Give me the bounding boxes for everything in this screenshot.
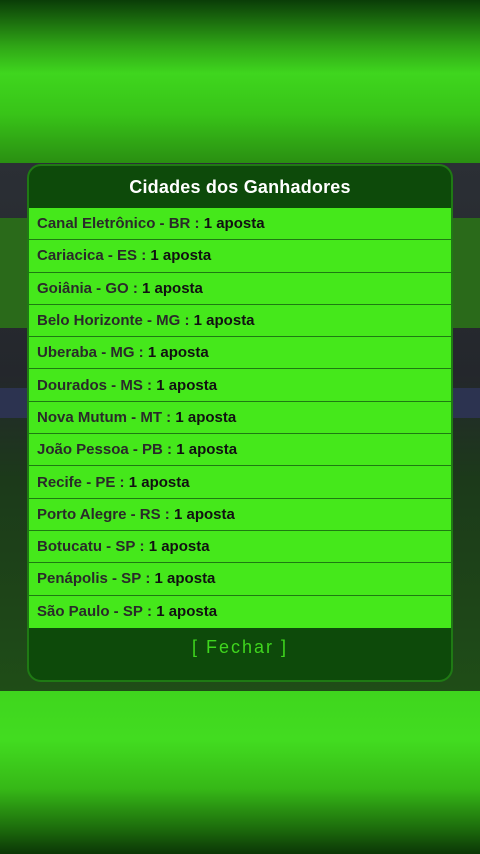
separator: : bbox=[142, 376, 157, 394]
winner-city: Goiânia - GO bbox=[37, 279, 129, 297]
separator: : bbox=[141, 570, 155, 588]
winner-city: Canal Eletrônico - BR bbox=[37, 215, 191, 233]
background-panel-right-blue bbox=[450, 388, 480, 418]
winner-city: Uberaba - MG bbox=[37, 344, 135, 362]
winner-city: Nova Mutum - MT bbox=[37, 408, 162, 426]
close-button[interactable]: [ Fechar ] bbox=[186, 636, 294, 659]
separator: : bbox=[134, 344, 148, 362]
winner-count: 1 aposta bbox=[154, 570, 216, 588]
separator: : bbox=[160, 505, 174, 523]
list-item: São Paulo - SP : 1 aposta bbox=[29, 596, 451, 628]
winner-city: Cariacica - ES bbox=[37, 247, 138, 265]
modal-title: Cidades dos Ganhadores bbox=[129, 176, 351, 197]
list-item: Belo Horizonte - MG : 1 aposta bbox=[29, 305, 451, 338]
separator: : bbox=[128, 279, 143, 297]
separator: : bbox=[142, 603, 157, 621]
winner-city: São Paulo - SP bbox=[37, 603, 143, 621]
winner-count: 1 aposta bbox=[142, 279, 203, 297]
list-item: Dourados - MS : 1 aposta bbox=[29, 369, 451, 402]
list-item: Cariacica - ES : 1 aposta bbox=[29, 240, 451, 273]
winner-count: 1 aposta bbox=[193, 312, 255, 330]
winners-cities-modal: Cidades dos Ganhadores Canal Eletrônico … bbox=[27, 164, 453, 682]
winner-count: 1 aposta bbox=[147, 344, 209, 362]
separator: : bbox=[115, 473, 129, 491]
winner-city: Belo Horizonte - MG bbox=[37, 312, 181, 330]
list-item: Nova Mutum - MT : 1 aposta bbox=[29, 402, 451, 435]
winners-list: Canal Eletrônico - BR : 1 aposta Cariacic… bbox=[29, 208, 451, 628]
separator: : bbox=[162, 441, 177, 459]
list-item: Botucatu - SP : 1 aposta bbox=[29, 531, 451, 564]
list-item: Penápolis - SP : 1 aposta bbox=[29, 563, 451, 596]
background-panel-left bbox=[0, 218, 30, 328]
winner-count: 1 aposta bbox=[150, 247, 212, 265]
separator: : bbox=[162, 408, 176, 426]
separator: : bbox=[135, 538, 149, 556]
winner-city: Penápolis - SP bbox=[37, 570, 142, 588]
background-panel-right bbox=[450, 218, 480, 328]
separator: : bbox=[180, 312, 194, 330]
list-item: Porto Alegre - RS : 1 aposta bbox=[29, 499, 451, 531]
winner-count: 1 aposta bbox=[203, 215, 265, 233]
background-top-blurred bbox=[0, 0, 480, 163]
background-bottom-blurred bbox=[0, 691, 480, 854]
list-item: João Pessoa - PB : 1 aposta bbox=[29, 434, 451, 467]
winner-count: 1 aposta bbox=[156, 376, 218, 394]
list-item: Recife - PE : 1 aposta bbox=[29, 466, 451, 499]
winner-count: 1 aposta bbox=[148, 538, 210, 556]
modal-footer: [ Fechar ] bbox=[29, 628, 451, 668]
list-item: Goiânia - GO : 1 aposta bbox=[29, 273, 451, 305]
separator: : bbox=[190, 215, 204, 233]
winner-count: 1 aposta bbox=[128, 473, 190, 491]
list-item: Canal Eletrônico - BR : 1 aposta bbox=[29, 208, 451, 241]
winner-count: 1 aposta bbox=[156, 603, 218, 621]
separator: : bbox=[137, 247, 151, 265]
winner-city: Recife - PE bbox=[37, 473, 116, 491]
winner-count: 1 aposta bbox=[175, 408, 237, 426]
winner-city: João Pessoa - PB bbox=[37, 441, 163, 459]
winner-count: 1 aposta bbox=[173, 505, 235, 523]
list-item: Uberaba - MG : 1 aposta bbox=[29, 337, 451, 370]
winner-city: Botucatu - SP bbox=[37, 538, 136, 556]
winner-city: Porto Alegre - RS bbox=[37, 505, 161, 523]
winner-city: Dourados - MS bbox=[37, 376, 143, 394]
background-panel-left-blue bbox=[0, 388, 30, 418]
winner-count: 1 aposta bbox=[176, 441, 238, 459]
